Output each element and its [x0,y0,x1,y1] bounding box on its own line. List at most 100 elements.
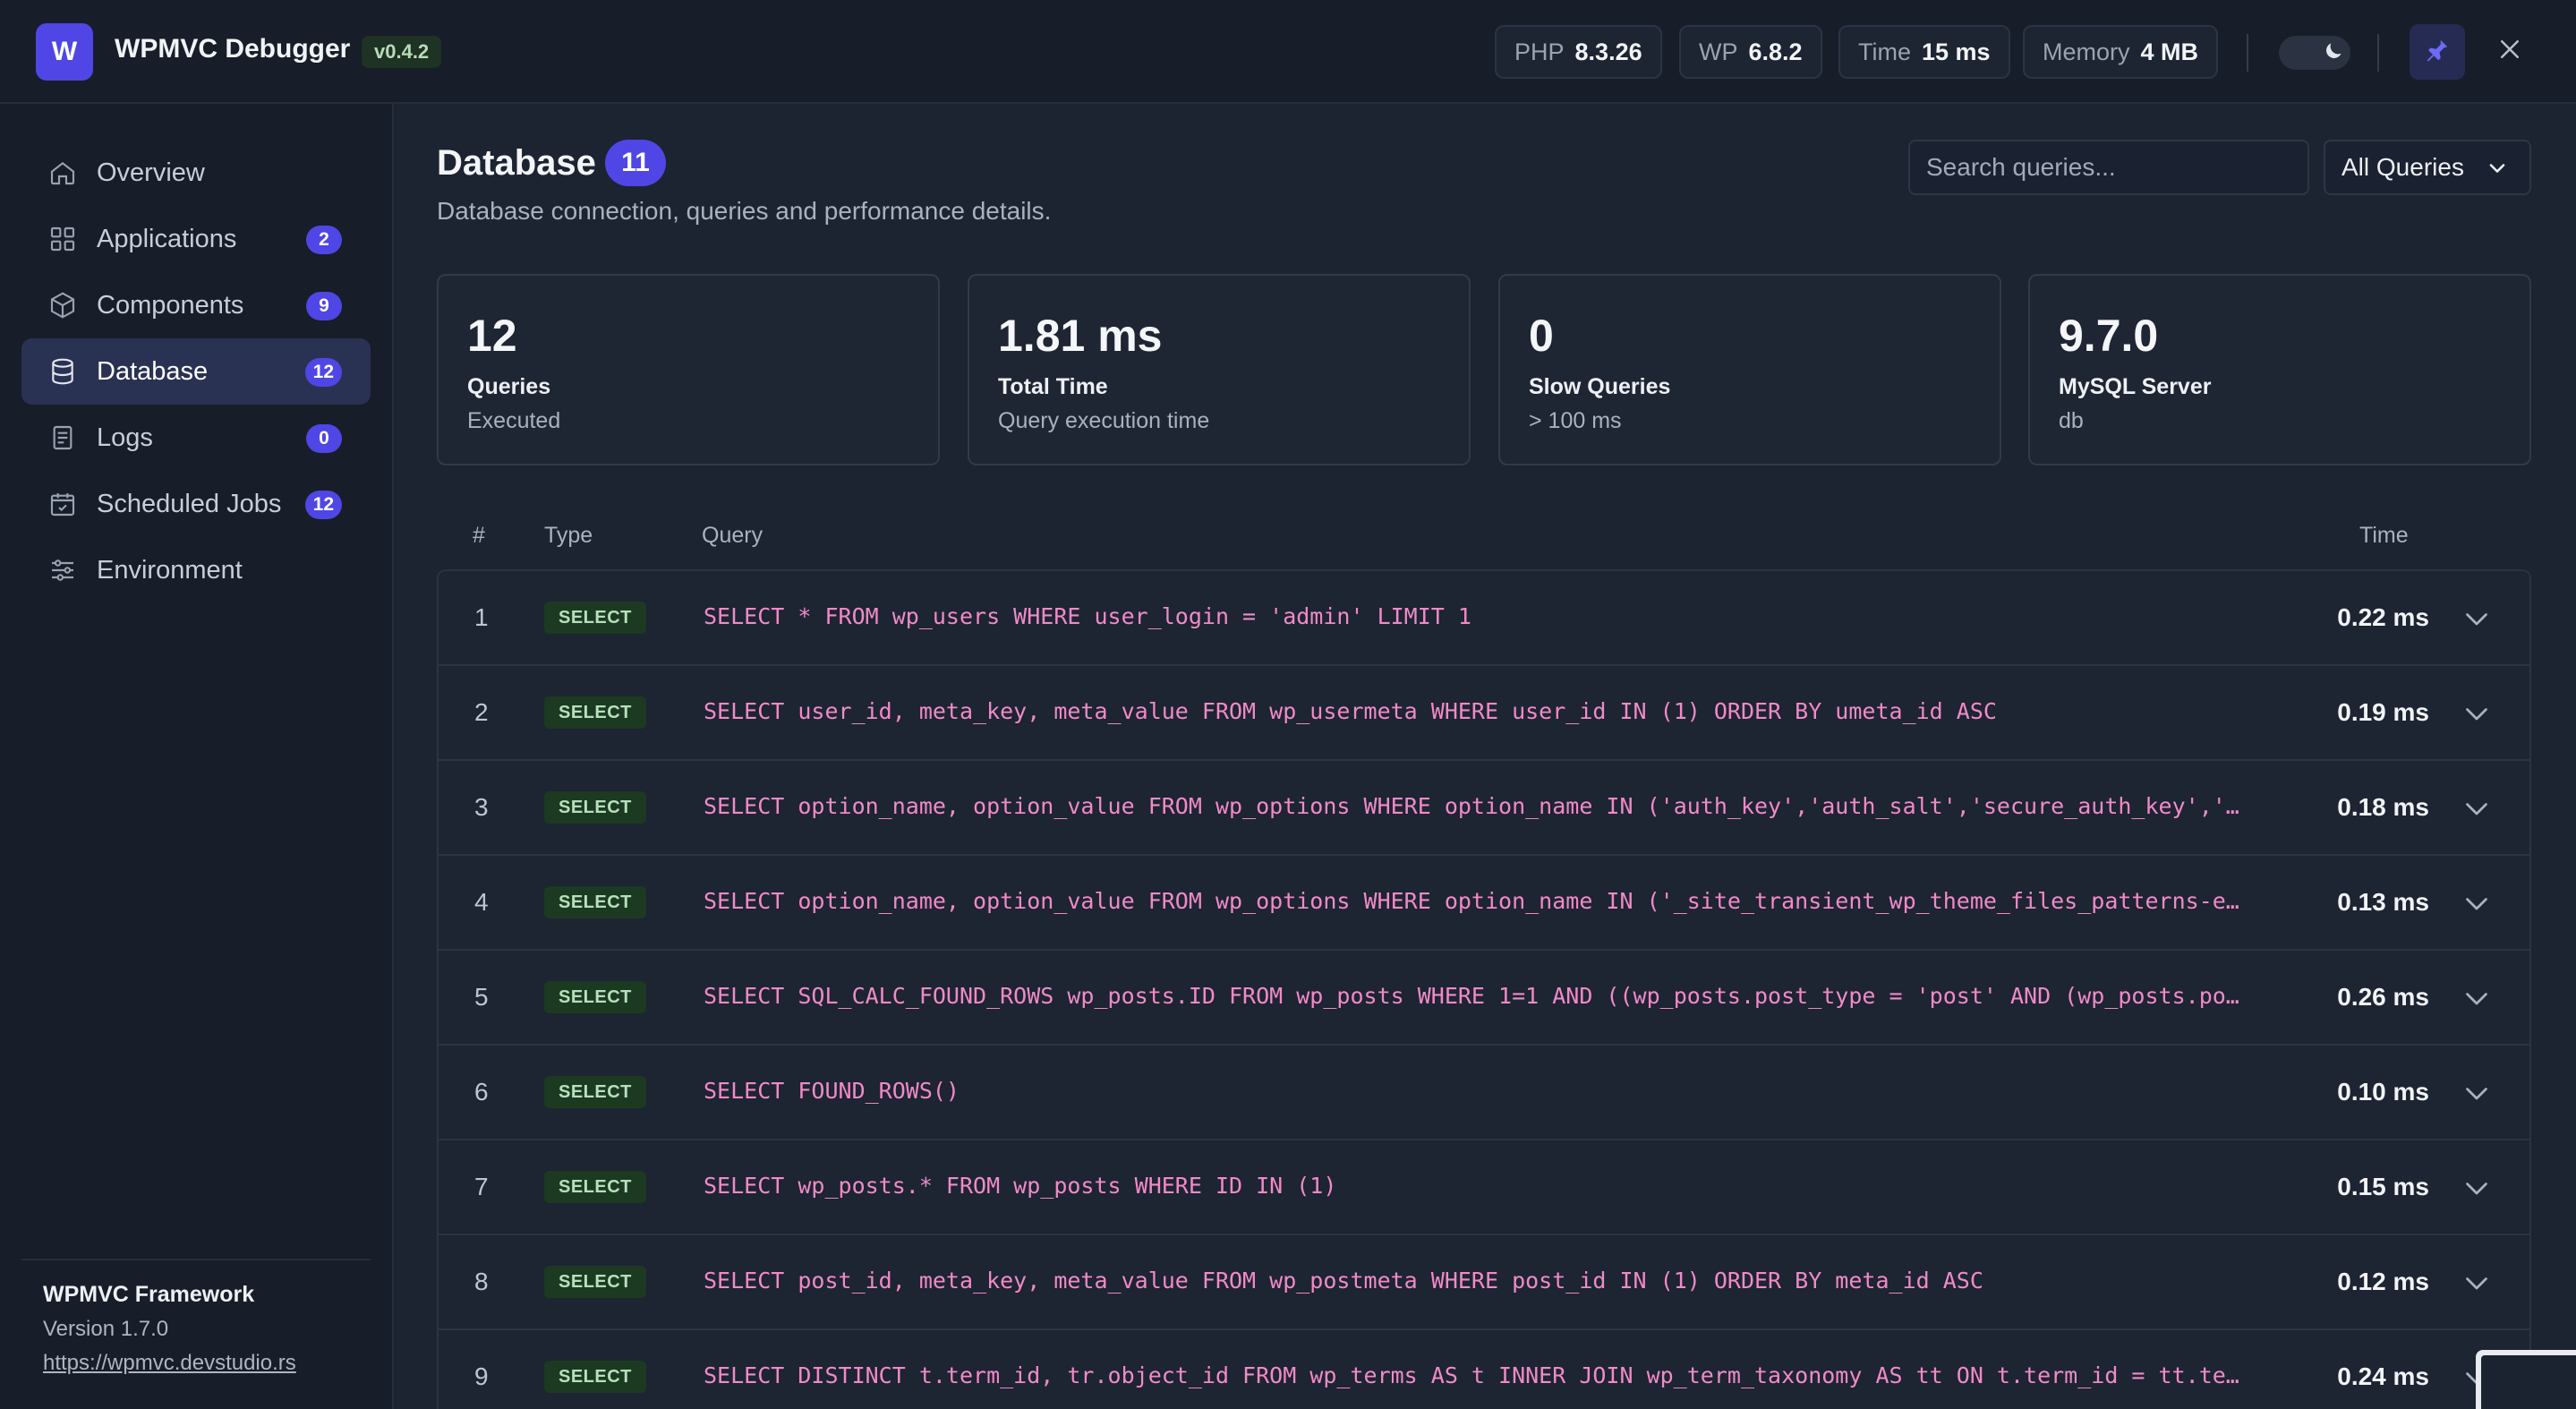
framework-link[interactable]: https://wpmvc.devstudio.rs [43,1351,371,1376]
cube-icon [47,289,79,321]
query-row[interactable]: 4 SELECT SELECT option_name, option_valu… [439,856,2529,951]
query-type-badge: SELECT [544,602,646,634]
sidebar-item-applications[interactable]: Applications 2 [21,206,371,272]
metric-key: Time [1858,38,1911,65]
count-badge: 0 [306,424,342,453]
page-title: Database [437,143,596,183]
count-badge: 12 [304,491,342,519]
theme-toggle[interactable] [2279,36,2350,70]
column-header-query: Query [702,523,763,548]
chevron-down-icon[interactable] [2460,981,2494,1015]
query-table: 1 SELECT SELECT * FROM wp_users WHERE us… [437,569,2531,1409]
close-icon [2496,33,2523,72]
query-time: 0.24 ms [2337,1362,2429,1390]
top-bar: W WPMVC Debugger v0.4.2 PHP 8.3.26 WP 6.… [0,0,2576,104]
query-number: 1 [474,603,489,631]
calendar-icon [47,488,79,520]
time-metric: Time 15 ms [1838,25,2010,79]
page-subtitle: Database connection, queries and perform… [437,197,1052,225]
count-badge: 9 [306,292,342,320]
query-number: 7 [474,1173,489,1200]
query-sql: SELECT wp_posts.* FROM wp_posts WHERE ID… [704,1173,1337,1199]
stat-card-total-time: 1.81 ms Total Time Query execution time [968,274,1471,465]
chevron-down-icon[interactable] [2460,1076,2494,1110]
stat-card-slow-queries: 0 Slow Queries > 100 ms [1498,274,2001,465]
query-number: 5 [474,983,489,1011]
stat-card-mysql-server: 9.7.0 MySQL Server db [2028,274,2531,465]
sidebar-item-environment[interactable]: Environment [21,537,371,603]
query-type-badge: SELECT [544,1361,646,1393]
chevron-down-icon[interactable] [2460,696,2494,730]
query-row[interactable]: 9 SELECT SELECT DISTINCT t.term_id, tr.o… [439,1330,2529,1409]
stat-value: 12 [467,311,517,361]
query-time: 0.22 ms [2337,603,2429,631]
close-button[interactable] [2486,29,2533,75]
metric-key: Memory [2043,38,2130,65]
stat-label: Slow Queries [1529,374,1671,399]
query-time: 0.18 ms [2337,793,2429,821]
column-header-type: Type [544,523,593,548]
stat-card-queries: 12 Queries Executed [437,274,940,465]
query-sql: SELECT option_name, option_value FROM wp… [704,793,2243,819]
query-row[interactable]: 5 SELECT SELECT SQL_CALC_FOUND_ROWS wp_p… [439,951,2529,1046]
main-content: Database 11 Database connection, queries… [396,104,2576,1409]
sidebar-item-label: Overview [97,158,205,187]
chevron-down-icon[interactable] [2460,886,2494,920]
chevron-down-icon[interactable] [2460,1171,2494,1205]
chevron-down-icon[interactable] [2460,602,2494,636]
sidebar-item-scheduled-jobs[interactable]: Scheduled Jobs 12 [21,471,371,537]
query-number: 2 [474,698,489,726]
sidebar-nav: Overview Applications 2 Components 9 Dat… [21,140,371,603]
query-number: 4 [474,888,489,916]
pin-button[interactable] [2410,24,2465,80]
window-thumbnail[interactable] [2476,1350,2576,1409]
chevron-down-icon[interactable] [2460,1266,2494,1300]
php-version-metric: PHP 8.3.26 [1495,25,1662,79]
sidebar-item-label: Logs [97,423,153,452]
search-input[interactable] [1908,140,2309,195]
sidebar-item-components[interactable]: Components 9 [21,272,371,338]
query-type-badge: SELECT [544,1266,646,1298]
query-sql: SELECT option_name, option_value FROM wp… [704,888,2243,914]
query-sql: SELECT * FROM wp_users WHERE user_login … [704,603,1471,629]
query-sql: SELECT DISTINCT t.term_id, tr.object_id … [704,1362,2243,1388]
stat-description: Query execution time [998,408,1210,433]
debugger-window: W WPMVC Debugger v0.4.2 PHP 8.3.26 WP 6.… [0,0,2576,1409]
count-badge: 12 [304,358,342,387]
sidebar-item-logs[interactable]: Logs 0 [21,405,371,471]
metric-key: WP [1699,38,1738,65]
query-row[interactable]: 7 SELECT SELECT wp_posts.* FROM wp_posts… [439,1140,2529,1235]
sliders-icon [47,554,79,586]
query-row[interactable]: 2 SELECT SELECT user_id, meta_key, meta_… [439,666,2529,761]
query-number: 3 [474,793,489,821]
count-badge: 2 [306,226,342,254]
metric-value: 6.8.2 [1748,38,1803,65]
query-filter-select[interactable]: All Queries [2324,140,2531,195]
filter-selected-value: All Queries [2341,153,2464,181]
sidebar-item-overview[interactable]: Overview [21,140,371,206]
query-row[interactable]: 6 SELECT SELECT FOUND_ROWS() 0.10 ms [439,1046,2529,1140]
home-icon [47,157,79,189]
grid-icon [47,223,79,255]
query-row[interactable]: 1 SELECT SELECT * FROM wp_users WHERE us… [439,571,2529,666]
stat-value: 9.7.0 [2059,311,2159,361]
query-number: 8 [474,1268,489,1295]
sidebar-footer: WPMVC Framework Version 1.7.0 https://wp… [21,1259,371,1376]
database-icon [47,355,79,388]
app-title: WPMVC Debugger [115,34,351,64]
query-time: 0.13 ms [2337,888,2429,916]
query-sql: SELECT SQL_CALC_FOUND_ROWS wp_posts.ID F… [704,983,2243,1009]
stat-label: Total Time [998,374,1108,399]
query-time: 0.15 ms [2337,1173,2429,1200]
query-row[interactable]: 3 SELECT SELECT option_name, option_valu… [439,761,2529,856]
query-time: 0.12 ms [2337,1268,2429,1295]
query-row[interactable]: 8 SELECT SELECT post_id, meta_key, meta_… [439,1235,2529,1330]
stat-description: db [2059,408,2084,433]
query-type-badge: SELECT [544,1076,646,1108]
chevron-down-icon[interactable] [2460,791,2494,825]
query-number: 6 [474,1078,489,1106]
sidebar-item-database[interactable]: Database 12 [21,338,371,405]
divider [2247,34,2248,72]
app-logo: W [36,23,93,81]
chevron-down-icon [2485,156,2510,187]
